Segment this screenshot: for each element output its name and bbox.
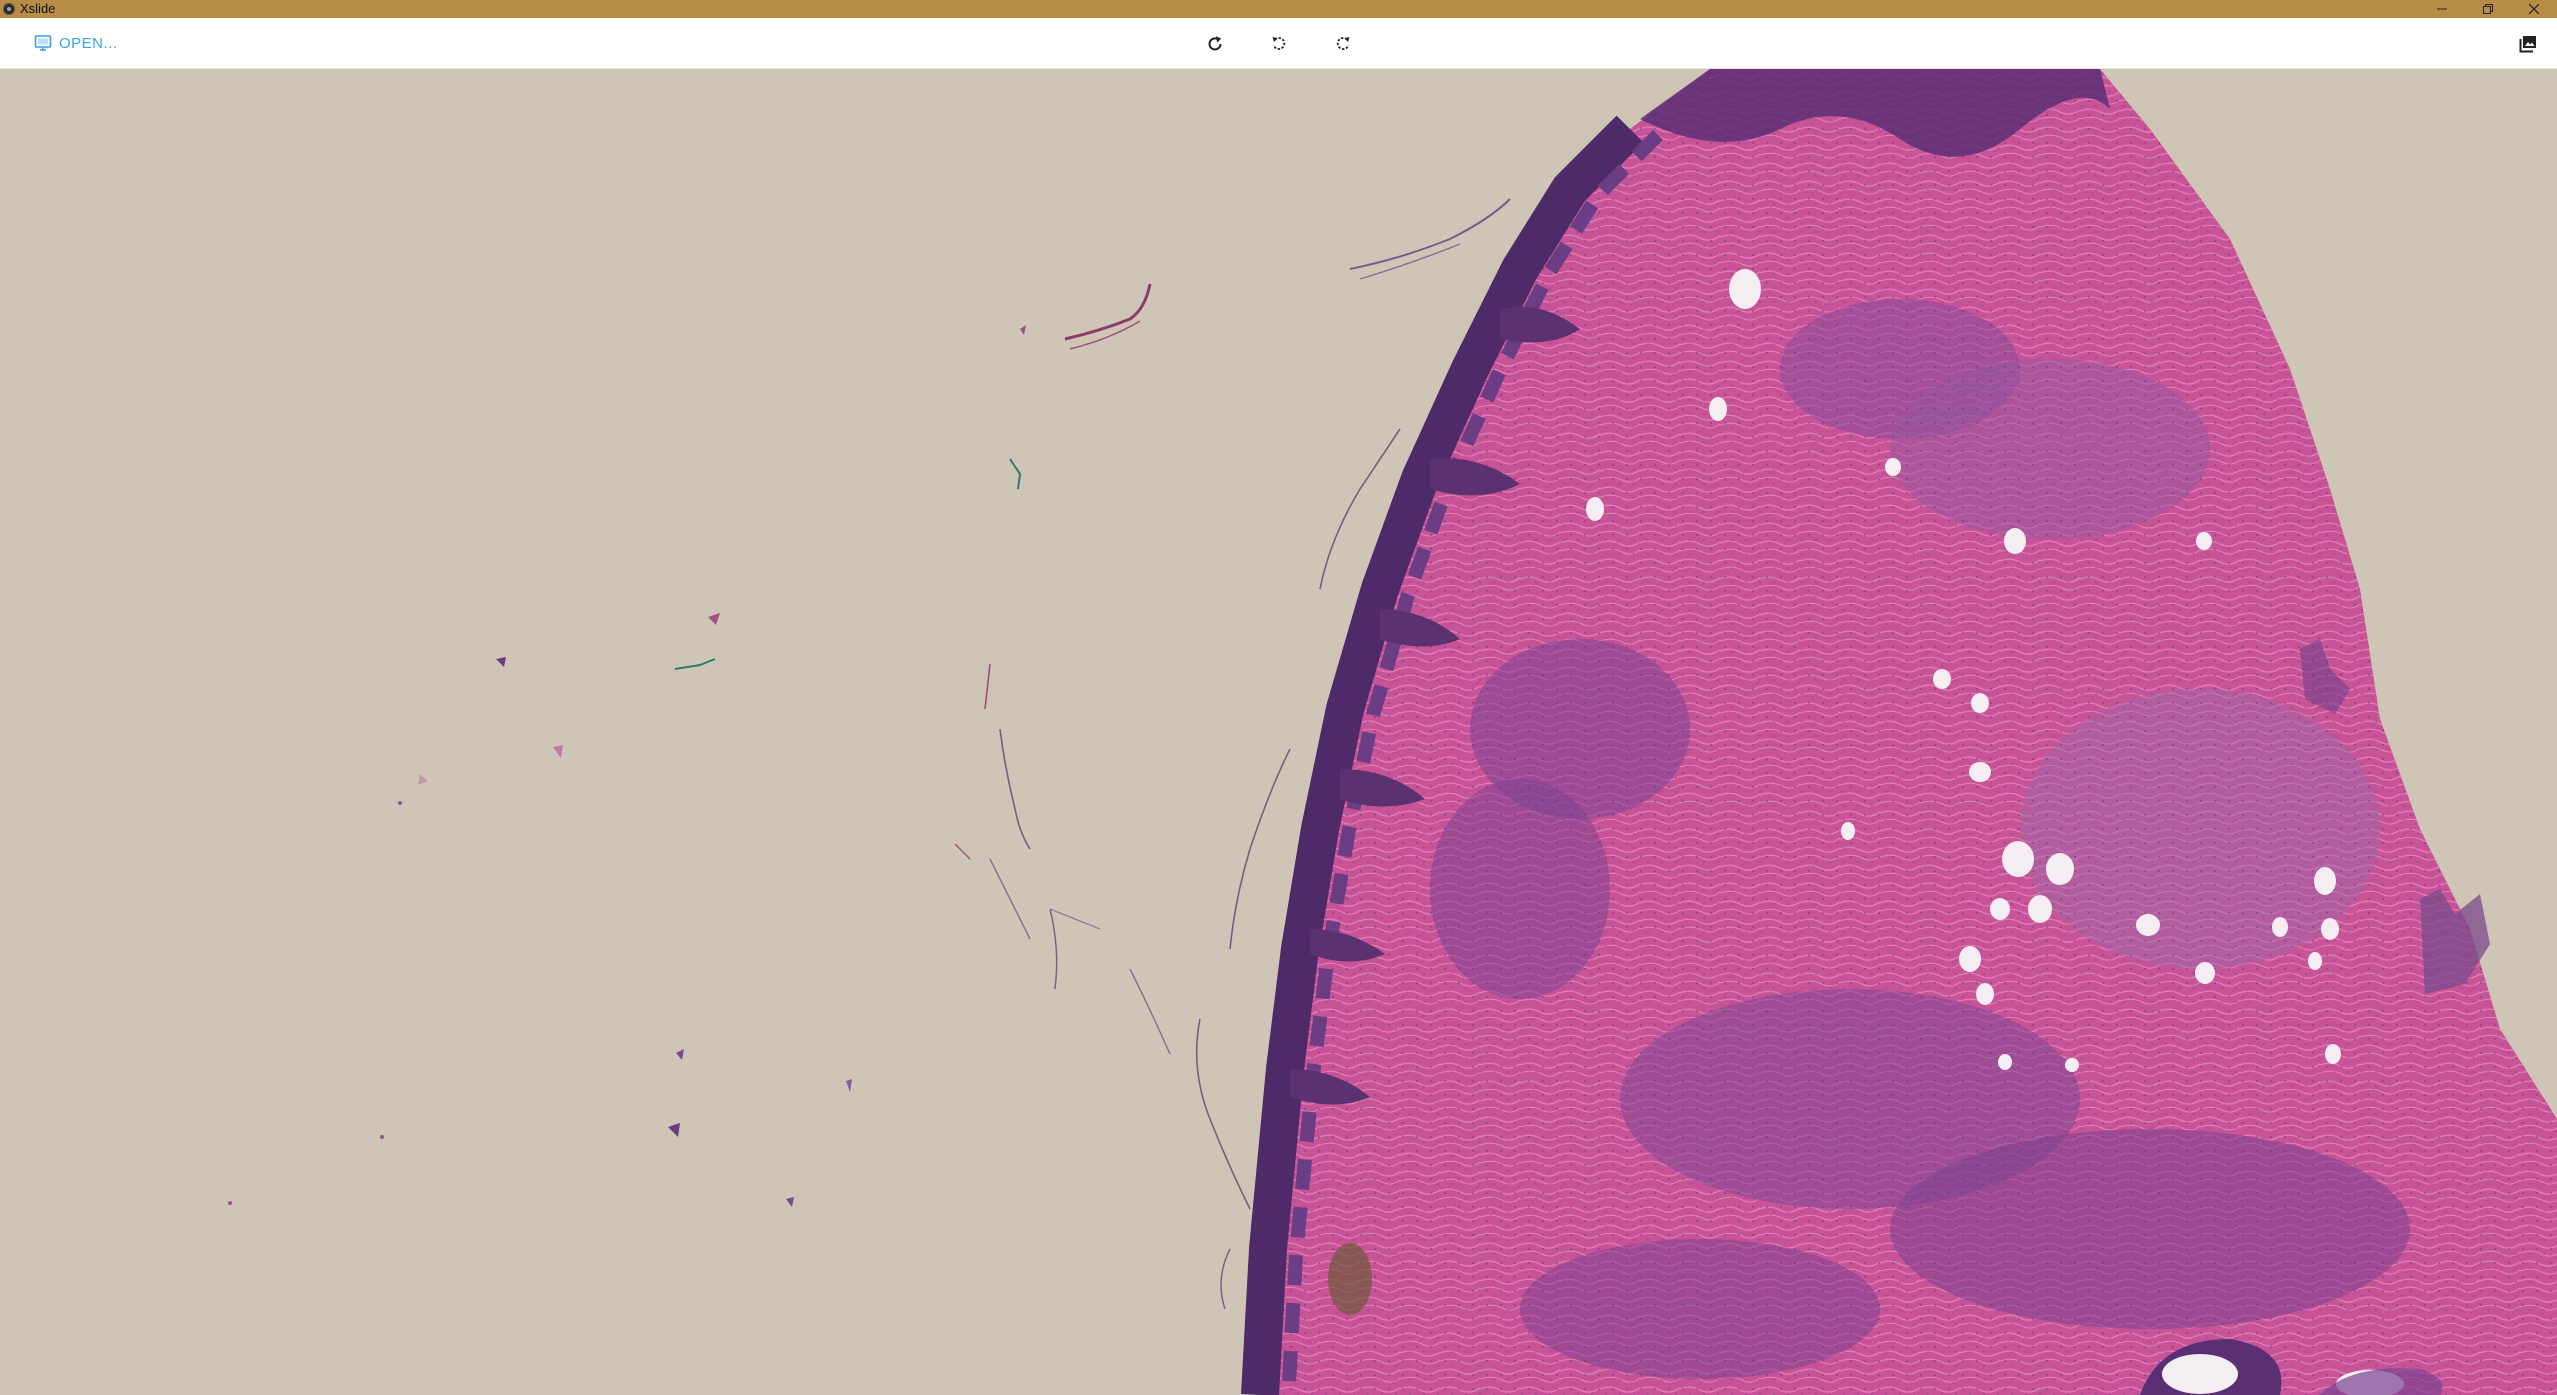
- monitor-icon: [34, 35, 52, 51]
- minimize-button[interactable]: [2419, 0, 2465, 18]
- rotate-right-button[interactable]: [1329, 30, 1357, 58]
- restore-icon: [2483, 4, 2493, 14]
- toolbar: OPEN...: [0, 18, 2557, 69]
- slide-image[interactable]: [0, 69, 2557, 1395]
- minimize-icon: [2437, 8, 2447, 10]
- window-title: Xslide: [20, 1, 56, 16]
- gallery-button[interactable]: [2514, 30, 2542, 58]
- image-gallery-icon: [2519, 36, 2536, 53]
- refresh-button[interactable]: [1201, 30, 1229, 58]
- rotate-left-icon: [1272, 37, 1286, 50]
- open-button-label: OPEN...: [59, 34, 118, 52]
- restore-button[interactable]: [2465, 0, 2511, 18]
- open-button[interactable]: OPEN...: [34, 31, 118, 55]
- close-icon: [2529, 4, 2539, 14]
- close-button[interactable]: [2511, 0, 2557, 18]
- refresh-icon: [1208, 36, 1222, 51]
- title-bar: Xslide: [0, 0, 2557, 18]
- rotate-left-button[interactable]: [1265, 30, 1293, 58]
- app-logo-icon: [3, 3, 15, 15]
- rotate-right-icon: [1336, 37, 1350, 50]
- window-controls: [2419, 0, 2557, 18]
- slide-viewer[interactable]: [0, 69, 2557, 1395]
